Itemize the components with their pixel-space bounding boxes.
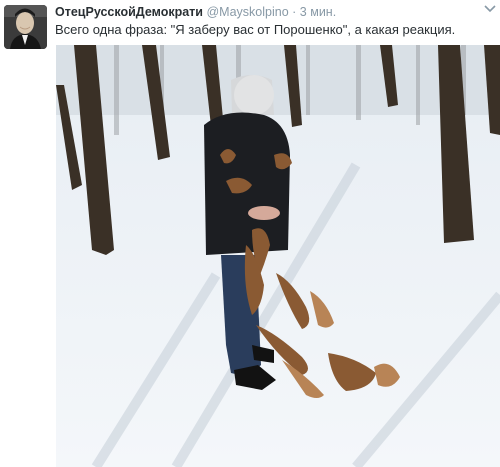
avatar[interactable] — [4, 5, 47, 49]
tweet-photo[interactable] — [56, 45, 500, 467]
author-name[interactable]: ОтецРусскойДемократи — [55, 5, 203, 19]
separator: · — [292, 5, 297, 19]
tweet: ОтецРусскойДемократи @Mayskolpino · 3 ми… — [0, 0, 500, 467]
chevron-down-icon[interactable] — [483, 4, 497, 16]
tweet-text: Всего одна фраза: "Я заберу вас от Порош… — [55, 22, 456, 37]
tweet-header: ОтецРусскойДемократи @Mayskolpino · 3 ми… — [55, 5, 480, 20]
author-handle[interactable]: @Mayskolpino — [206, 5, 288, 19]
timestamp[interactable]: 3 мин. — [300, 5, 336, 19]
photo-image — [56, 45, 500, 467]
avatar-image — [4, 5, 47, 49]
